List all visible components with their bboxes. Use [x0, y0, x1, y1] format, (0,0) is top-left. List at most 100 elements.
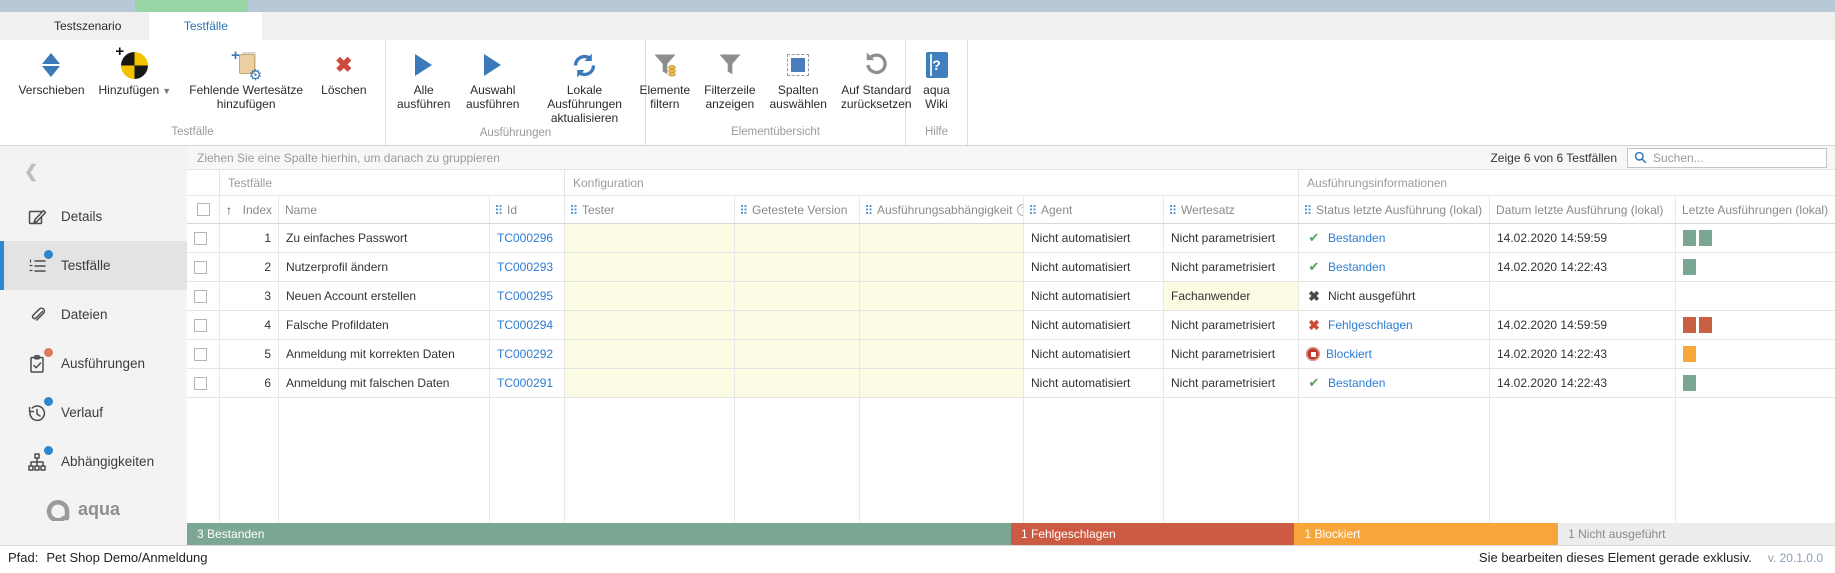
dropdown-caret-icon: ▼: [162, 86, 171, 96]
dependency-cell[interactable]: [860, 224, 1024, 252]
column-header-name[interactable]: Name: [279, 196, 490, 223]
aqua-wiki-button[interactable]: ? aqua Wiki: [912, 45, 961, 113]
column-header-id[interactable]: Id: [490, 196, 565, 223]
badge-dot: [44, 397, 53, 406]
auswahl-ausfuehren-button[interactable]: Auswahl ausführen: [459, 45, 526, 113]
tester-cell[interactable]: [565, 340, 735, 368]
column-header-status[interactable]: Status letzte Ausführung (lokal): [1299, 196, 1490, 223]
testcase-id-link[interactable]: TC000294: [490, 311, 565, 339]
version-cell[interactable]: [735, 311, 860, 339]
lokale-ausfuehrungen-aktualisieren-button[interactable]: Lokale Ausführungen aktualisieren: [530, 45, 639, 127]
last-runs-indicator[interactable]: [1683, 346, 1696, 362]
table-row[interactable]: 6 Anmeldung mit falschen Daten TC000291 …: [187, 369, 1835, 398]
search-input[interactable]: [1653, 151, 1803, 165]
status-link[interactable]: Bestanden: [1328, 231, 1385, 245]
ribbon-group-label-elementuebersicht: Elementübersicht: [652, 126, 899, 145]
column-group-konfiguration[interactable]: Konfiguration: [565, 170, 1299, 195]
column-header-wertesatz[interactable]: Wertesatz: [1164, 196, 1299, 223]
search-box[interactable]: [1627, 148, 1827, 168]
groupby-dropzone[interactable]: Ziehen Sie eine Spalte hierhin, um danac…: [187, 151, 1490, 165]
table-row[interactable]: 2 Nutzerprofil ändern TC000293 Nicht aut…: [187, 253, 1835, 282]
dependency-cell[interactable]: [860, 311, 1024, 339]
sidebar-item-dateien[interactable]: Dateien: [0, 290, 187, 339]
badge-dot: [44, 250, 53, 259]
hinzufuegen-button[interactable]: Hinzufügen▼: [94, 45, 177, 100]
testcase-id-link[interactable]: TC000292: [490, 340, 565, 368]
column-header-ausfuehrungsabhaengigkeit[interactable]: Ausführungsabhängigkeit?: [860, 196, 1024, 223]
tester-cell[interactable]: [565, 282, 735, 310]
status-blocked-icon: [1306, 347, 1320, 361]
row-checkbox[interactable]: [194, 377, 207, 390]
version-cell[interactable]: [735, 369, 860, 397]
column-group-ausfuehrungsinformationen[interactable]: Ausführungsinformationen: [1299, 170, 1835, 195]
dependency-cell[interactable]: [860, 282, 1024, 310]
tab-testfaelle[interactable]: Testfälle: [149, 12, 262, 40]
dependency-cell[interactable]: [860, 369, 1024, 397]
dependency-cell[interactable]: [860, 253, 1024, 281]
testcase-name: Zu einfaches Passwort: [279, 224, 490, 252]
tester-cell[interactable]: [565, 224, 735, 252]
tab-testszenario[interactable]: Testszenario: [28, 12, 147, 40]
row-checkbox[interactable]: [194, 319, 207, 332]
row-checkbox[interactable]: [194, 290, 207, 303]
status-link[interactable]: Bestanden: [1328, 376, 1385, 390]
last-runs-indicator[interactable]: [1683, 259, 1696, 275]
testcase-id-link[interactable]: TC000293: [490, 253, 565, 281]
version-cell[interactable]: [735, 253, 860, 281]
collapse-sidebar-icon[interactable]: ❮: [24, 162, 187, 182]
table-row[interactable]: 3 Neuen Account erstellen TC000295 Nicht…: [187, 282, 1835, 311]
spalten-auswaehlen-button[interactable]: Spalten auswählen: [765, 45, 832, 113]
sidebar-item-verlauf[interactable]: Verlauf: [0, 388, 187, 437]
sidebar-item-abhaengigkeiten[interactable]: Abhängigkeiten: [0, 437, 187, 486]
tester-cell[interactable]: [565, 369, 735, 397]
column-group-testfaelle[interactable]: Testfälle: [220, 170, 565, 195]
status-link[interactable]: Blockiert: [1326, 347, 1372, 361]
table-row[interactable]: 4 Falsche Profildaten TC000294 Nicht aut…: [187, 311, 1835, 340]
tester-cell[interactable]: [565, 311, 735, 339]
table-row[interactable]: 1 Zu einfaches Passwort TC000296 Nicht a…: [187, 224, 1835, 253]
testcase-id-link[interactable]: TC000296: [490, 224, 565, 252]
auf-standard-zuruecksetzen-button[interactable]: Auf Standard zurücksetzen: [836, 45, 917, 113]
testcase-name: Falsche Profildaten: [279, 311, 490, 339]
funnel-icon: [716, 47, 744, 83]
row-checkbox[interactable]: [194, 348, 207, 361]
column-header-tester[interactable]: Tester: [565, 196, 735, 223]
last-runs-indicator[interactable]: [1683, 230, 1712, 246]
last-runs-indicator[interactable]: [1683, 375, 1696, 391]
status-link[interactable]: Fehlgeschlagen: [1328, 318, 1413, 332]
column-header-row: ↑Index Name Id Tester Getestete Version …: [187, 196, 1835, 224]
alle-ausfuehren-button[interactable]: Alle ausführen: [392, 45, 455, 113]
loeschen-button[interactable]: ✖ Löschen: [316, 45, 371, 99]
status-link[interactable]: Bestanden: [1328, 260, 1385, 274]
sidebar-item-details[interactable]: Details: [0, 192, 187, 241]
delete-x-icon: ✖: [335, 47, 353, 83]
dependency-cell[interactable]: [860, 340, 1024, 368]
tester-cell[interactable]: [565, 253, 735, 281]
sidebar-item-testfaelle[interactable]: Testfälle: [0, 241, 187, 290]
verschieben-button[interactable]: Verschieben: [13, 45, 89, 99]
last-runs-indicator[interactable]: [1683, 317, 1712, 333]
edit-details-icon: [26, 206, 48, 228]
column-header-index[interactable]: ↑Index: [220, 196, 279, 223]
sidebar-item-ausfuehrungen[interactable]: Ausführungen: [0, 339, 187, 388]
wiki-book-icon: ?: [926, 47, 948, 83]
testcase-id-link[interactable]: TC000291: [490, 369, 565, 397]
version-cell[interactable]: [735, 340, 860, 368]
fehlende-wertesaetze-button[interactable]: +⚙ Fehlende Wertesätze hinzufügen: [180, 45, 312, 113]
testcase-id-link[interactable]: TC000295: [490, 282, 565, 310]
select-all-checkbox[interactable]: [197, 203, 210, 216]
version-cell[interactable]: [735, 282, 860, 310]
version-cell[interactable]: [735, 224, 860, 252]
column-header-letzte-ausfuehrungen[interactable]: Letzte Ausführungen (lokal): [1676, 196, 1835, 223]
reset-icon: [863, 47, 889, 83]
column-header-datum[interactable]: Datum letzte Ausführung (lokal): [1490, 196, 1676, 223]
table-row[interactable]: 5 Anmeldung mit korrekten Daten TC000292…: [187, 340, 1835, 369]
row-checkbox[interactable]: [194, 261, 207, 274]
column-header-getestete-version[interactable]: Getestete Version: [735, 196, 860, 223]
row-checkbox[interactable]: [194, 232, 207, 245]
testcase-name: Nutzerprofil ändern: [279, 253, 490, 281]
elemente-filtern-button[interactable]: Elemente filtern: [634, 45, 695, 113]
column-header-agent[interactable]: Agent: [1024, 196, 1164, 223]
column-drag-handle-icon: [1305, 205, 1311, 214]
filterzeile-anzeigen-button[interactable]: Filterzeile anzeigen: [699, 45, 760, 113]
